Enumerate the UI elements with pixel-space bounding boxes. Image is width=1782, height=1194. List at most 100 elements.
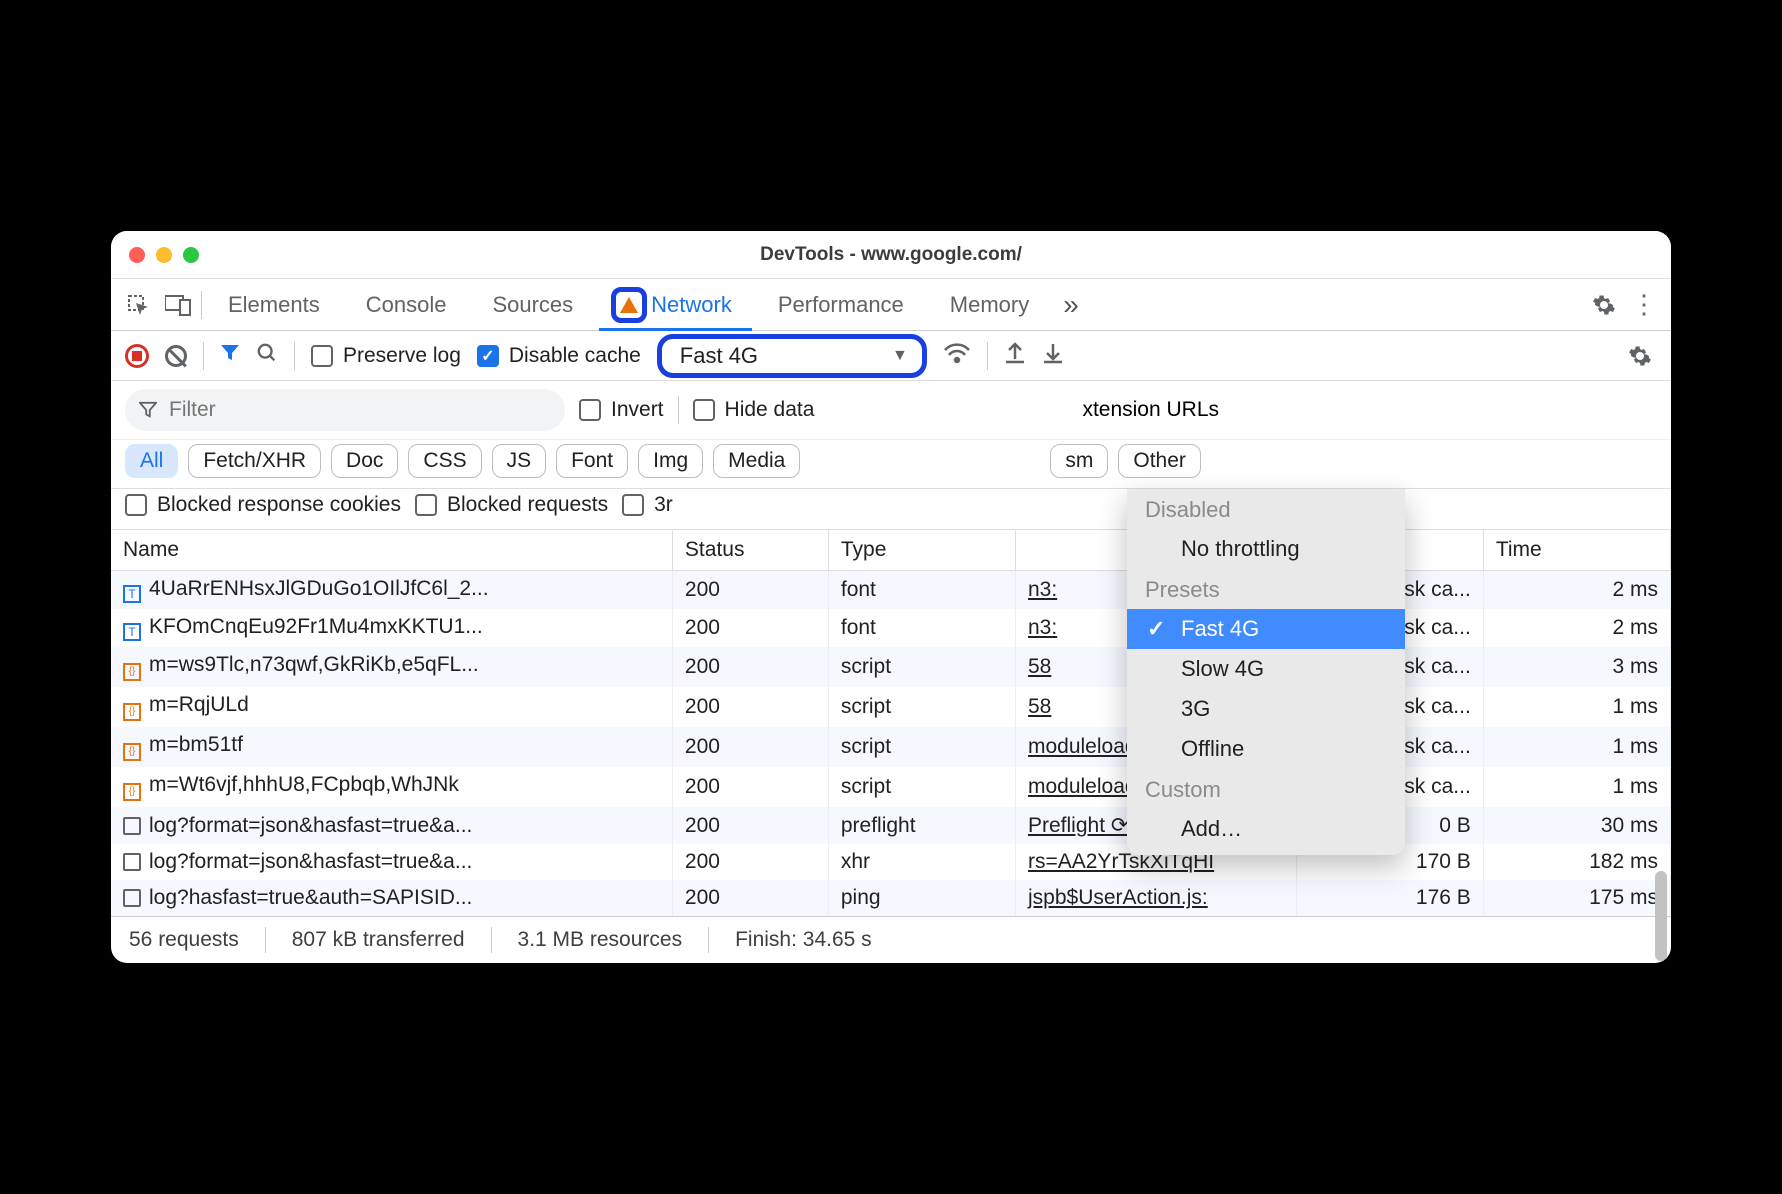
throttle-option-offline[interactable]: Offline xyxy=(1127,729,1405,769)
chip-media[interactable]: Media xyxy=(713,444,800,478)
throttle-option-3g[interactable]: 3G xyxy=(1127,689,1405,729)
initiator-link[interactable]: 58 xyxy=(1028,695,1051,718)
file-type-icon xyxy=(123,585,141,603)
device-toggle-icon[interactable] xyxy=(161,288,195,322)
table-row[interactable]: log?format=json&hasfast=true&a...200xhrr… xyxy=(111,844,1671,880)
settings-icon[interactable] xyxy=(1587,293,1621,317)
checkbox-icon xyxy=(622,494,644,516)
tab-network-label: Network xyxy=(651,292,732,318)
blocked-resp-label: Blocked response cookies xyxy=(157,493,401,517)
filter-toggle-icon[interactable] xyxy=(220,343,240,369)
chip-css[interactable]: CSS xyxy=(408,444,481,478)
initiator-link[interactable]: jspb$UserAction.js: xyxy=(1028,886,1208,909)
throttle-option-no-throttling[interactable]: No throttling xyxy=(1127,529,1405,569)
tab-elements[interactable]: Elements xyxy=(208,279,340,330)
divider xyxy=(201,291,202,319)
funnel-icon xyxy=(139,401,157,419)
chip-img[interactable]: Img xyxy=(638,444,703,478)
chip-other[interactable]: Other xyxy=(1118,444,1201,478)
invert-checkbox[interactable]: Invert xyxy=(579,398,664,422)
initiator-link[interactable]: Preflight ⟳ xyxy=(1028,814,1128,837)
table-row[interactable]: log?format=json&hasfast=true&a...200pref… xyxy=(111,807,1671,844)
file-type-icon xyxy=(123,853,141,871)
blocked-req-label: Blocked requests xyxy=(447,493,608,517)
file-type-icon xyxy=(123,703,141,721)
table-row[interactable]: m=Wt6vjf,hhhU8,FCpbqb,WhJNk200scriptmodu… xyxy=(111,767,1671,807)
throttle-option-add[interactable]: Add… xyxy=(1127,809,1405,849)
extension-urls-label: xtension URLs xyxy=(1082,398,1219,422)
file-type-icon xyxy=(123,663,141,681)
chip-all[interactable]: All xyxy=(125,444,178,478)
chip-wasm[interactable]: sm xyxy=(1050,444,1108,478)
col-status[interactable]: Status xyxy=(672,530,828,571)
chip-doc[interactable]: Doc xyxy=(331,444,398,478)
status-finish: Finish: 34.65 s xyxy=(735,928,872,952)
search-icon[interactable] xyxy=(256,342,278,370)
tab-network[interactable]: Network xyxy=(599,279,752,330)
inspect-icon[interactable] xyxy=(121,288,155,322)
throttle-option-slow-4g[interactable]: Slow 4G xyxy=(1127,649,1405,689)
table-row[interactable]: 4UaRrENHsxJlGDuGo1OIlJfC6l_2...200fontn3… xyxy=(111,571,1671,610)
initiator-link[interactable]: n3: xyxy=(1028,616,1057,639)
devtools-window: DevTools - www.google.com/ Elements Cons… xyxy=(111,231,1671,963)
initiator-link[interactable]: 58 xyxy=(1028,655,1051,678)
col-type[interactable]: Type xyxy=(828,530,1015,571)
checkbox-icon xyxy=(311,345,333,367)
table-row[interactable]: m=RqjULd200script58(disk ca...1 ms xyxy=(111,687,1671,727)
third-party-checkbox[interactable]: 3r xyxy=(622,493,673,517)
file-type-icon xyxy=(123,743,141,761)
more-menu-icon[interactable]: ⋮ xyxy=(1627,289,1661,320)
tab-sources[interactable]: Sources xyxy=(472,279,593,330)
hide-data-urls-checkbox[interactable]: Hide data xyxy=(693,398,815,422)
initiator-link[interactable]: n3: xyxy=(1028,578,1057,601)
table-row[interactable]: m=ws9Tlc,n73qwf,GkRiKb,e5qFL...200script… xyxy=(111,647,1671,687)
blocked-response-cookies-checkbox[interactable]: Blocked response cookies xyxy=(125,493,401,517)
scrollbar-thumb[interactable] xyxy=(1655,871,1667,961)
chip-font[interactable]: Font xyxy=(556,444,628,478)
table-row[interactable]: KFOmCnqEu92Fr1Mu4mxKKTU1...200fontn3:(di… xyxy=(111,609,1671,647)
chip-fetch-xhr[interactable]: Fetch/XHR xyxy=(188,444,321,478)
col-time[interactable]: Time xyxy=(1483,530,1670,571)
type-filter-chips: All Fetch/XHR Doc CSS JS Font Img Media … xyxy=(111,440,1671,489)
throttle-option-fast-4g[interactable]: Fast 4G xyxy=(1127,609,1405,649)
status-transferred: 807 kB transferred xyxy=(292,928,465,952)
record-button[interactable] xyxy=(125,344,149,368)
status-bar: 56 requests 807 kB transferred 3.1 MB re… xyxy=(111,916,1671,963)
file-type-icon xyxy=(123,783,141,801)
warning-badge-icon xyxy=(611,287,647,323)
divider xyxy=(678,396,679,424)
throttling-select[interactable]: Fast 4G ▼ xyxy=(657,334,927,378)
filter-input[interactable] xyxy=(169,398,545,422)
invert-label: Invert xyxy=(611,398,664,422)
filter-input-wrapper[interactable] xyxy=(125,389,565,431)
divider xyxy=(708,927,709,953)
checkbox-icon xyxy=(693,399,715,421)
chip-js[interactable]: JS xyxy=(492,444,547,478)
checkbox-icon xyxy=(579,399,601,421)
disable-cache-checkbox[interactable]: Disable cache xyxy=(477,344,641,368)
clear-button[interactable] xyxy=(165,345,187,367)
file-type-icon xyxy=(123,889,141,907)
tab-performance[interactable]: Performance xyxy=(758,279,924,330)
filter-line-2: Blocked response cookies Blocked request… xyxy=(111,489,1671,530)
network-settings-icon[interactable] xyxy=(1623,344,1657,368)
network-toolbar: Preserve log Disable cache Fast 4G ▼ xyxy=(111,331,1671,381)
table-row[interactable]: m=bm51tf200scriptmoduleloader.js:58(disk… xyxy=(111,727,1671,767)
upload-har-icon[interactable] xyxy=(1004,341,1026,371)
divider xyxy=(987,342,988,370)
disable-cache-label: Disable cache xyxy=(509,344,641,368)
blocked-requests-checkbox[interactable]: Blocked requests xyxy=(415,493,608,517)
preserve-log-checkbox[interactable]: Preserve log xyxy=(311,344,461,368)
throttling-dropdown: Disabled No throttling Presets Fast 4G S… xyxy=(1127,489,1405,855)
wifi-icon[interactable] xyxy=(943,342,971,370)
dropdown-caret-icon: ▼ xyxy=(892,347,908,365)
tabs-overflow-icon[interactable]: » xyxy=(1055,289,1087,321)
tab-memory[interactable]: Memory xyxy=(930,279,1049,330)
file-type-icon xyxy=(123,817,141,835)
tab-console[interactable]: Console xyxy=(346,279,467,330)
col-name[interactable]: Name xyxy=(111,530,672,571)
download-har-icon[interactable] xyxy=(1042,341,1064,371)
checkbox-checked-icon xyxy=(477,345,499,367)
table-row[interactable]: log?hasfast=true&auth=SAPISID...200pingj… xyxy=(111,880,1671,916)
status-resources: 3.1 MB resources xyxy=(518,928,683,952)
